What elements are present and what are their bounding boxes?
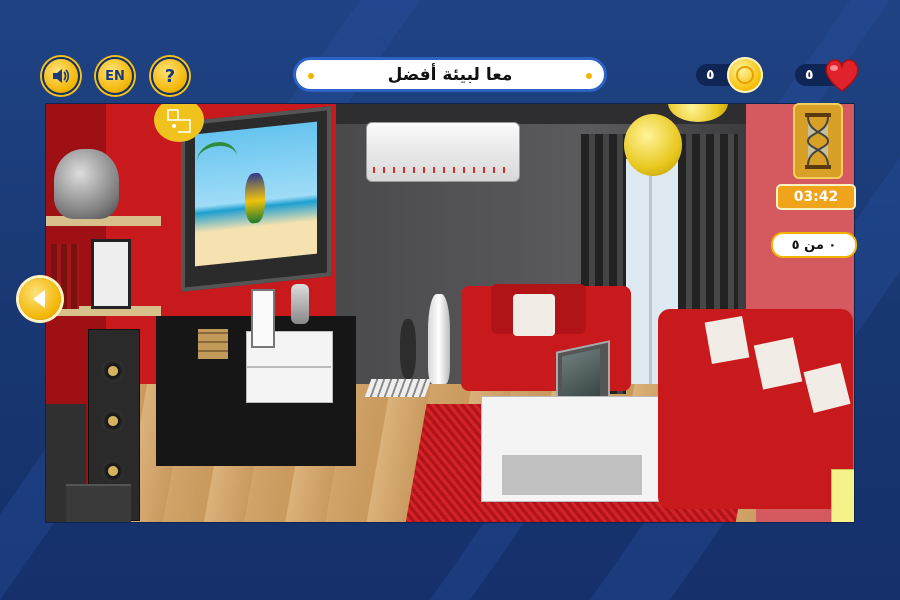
help-button[interactable]: ? — [151, 57, 189, 95]
progress-counter: ٠ من ٥ — [771, 232, 857, 258]
speaker-icon — [53, 69, 70, 83]
sofa[interactable] — [658, 309, 853, 509]
photo-frame[interactable] — [91, 239, 131, 309]
hourglass-icon — [793, 103, 843, 179]
title-dot — [586, 73, 592, 79]
wooden-blocks[interactable] — [198, 329, 228, 359]
coin-count: ٥ — [706, 67, 715, 83]
level-title: معا لبيئة أفضل — [387, 64, 513, 85]
subwoofer[interactable] — [66, 484, 131, 522]
title-dot — [308, 73, 314, 79]
timer-display: 03:42 — [776, 184, 856, 210]
air-conditioner[interactable] — [366, 122, 520, 182]
pendant-lamp[interactable] — [624, 114, 682, 176]
title-bar: معا لبيئة أفضل — [293, 57, 607, 92]
heart-icon — [825, 59, 859, 92]
coin-icon — [727, 57, 763, 93]
floor-vase-black[interactable] — [400, 319, 416, 379]
arrow-left-icon — [33, 290, 45, 308]
lives-count: ٥ — [805, 67, 814, 83]
floor-vase-white[interactable] — [428, 294, 450, 384]
sound-button[interactable] — [42, 57, 80, 95]
tv-screen[interactable] — [195, 121, 317, 267]
back-button[interactable] — [19, 278, 61, 320]
floorplan-icon[interactable] — [154, 104, 204, 142]
vase[interactable] — [54, 149, 119, 219]
trophy[interactable] — [291, 284, 309, 324]
magazines[interactable] — [364, 379, 432, 397]
room-scene[interactable] — [45, 103, 855, 523]
coffee-table[interactable] — [481, 396, 663, 502]
photo-frame-small[interactable] — [251, 289, 275, 348]
language-button[interactable]: EN — [96, 57, 134, 95]
trash-bin[interactable] — [831, 469, 854, 522]
parrot[interactable] — [245, 172, 265, 225]
